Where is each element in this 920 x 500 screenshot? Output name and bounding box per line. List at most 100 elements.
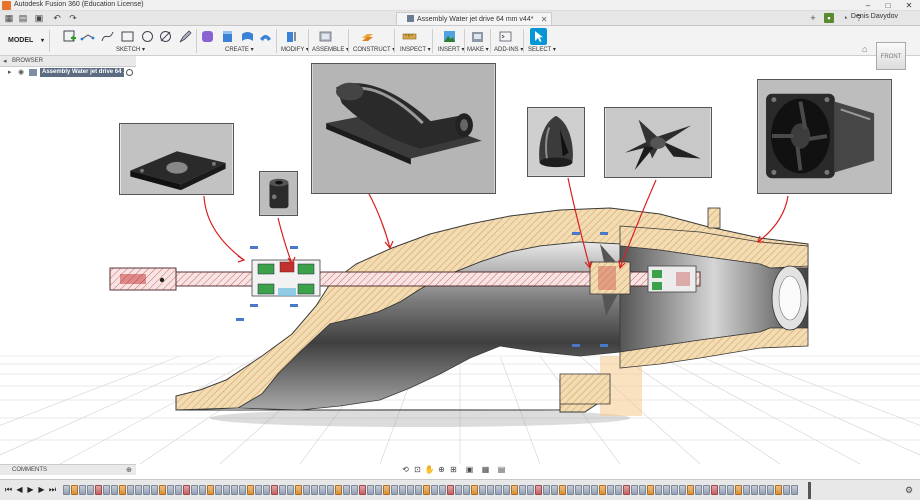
comments-panel[interactable]: COMMENTS ⊕ xyxy=(0,464,136,475)
look-at-icon[interactable]: ⊡ xyxy=(412,464,423,475)
timeline-feature-icon[interactable] xyxy=(287,485,294,495)
timeline-feature-icon[interactable] xyxy=(335,485,342,495)
spline-icon[interactable] xyxy=(100,29,115,44)
timeline-start-icon[interactable]: ⏮ xyxy=(4,485,13,495)
timeline-feature-icon[interactable] xyxy=(711,485,718,495)
timeline-previous-icon[interactable]: ◀ xyxy=(15,485,24,495)
viewports-icon[interactable]: ▤ xyxy=(496,464,507,475)
undo-icon[interactable]: ↶ xyxy=(52,13,62,23)
timeline-feature-icon[interactable] xyxy=(215,485,222,495)
display-settings-icon[interactable]: ▣ xyxy=(464,464,475,475)
timeline-end-icon[interactable]: ⏭ xyxy=(48,485,57,495)
timeline-feature-icon[interactable] xyxy=(791,485,798,495)
timeline-feature-icon[interactable] xyxy=(559,485,566,495)
timeline-feature-icon[interactable] xyxy=(367,485,374,495)
create-sketch-icon[interactable] xyxy=(62,29,77,44)
close-window-button[interactable]: ✕ xyxy=(899,0,919,11)
select-icon[interactable] xyxy=(530,28,547,45)
timeline-feature-icon[interactable] xyxy=(351,485,358,495)
timeline-feature-icon[interactable] xyxy=(743,485,750,495)
timeline-feature-icon[interactable] xyxy=(679,485,686,495)
scripts-addins-icon[interactable] xyxy=(498,29,513,44)
revolve-icon[interactable] xyxy=(240,29,255,44)
save-icon[interactable]: ▣ xyxy=(34,13,44,23)
data-panel-icon[interactable]: ▦ xyxy=(4,13,14,23)
timeline-feature-icon[interactable] xyxy=(663,485,670,495)
timeline-feature-icon[interactable] xyxy=(191,485,198,495)
orbit-icon[interactable]: ⟲ xyxy=(400,464,411,475)
file-menu-icon[interactable]: ▤ xyxy=(18,13,28,23)
timeline-settings-icon[interactable]: ⚙ xyxy=(905,485,913,496)
timeline-feature-icon[interactable] xyxy=(255,485,262,495)
timeline-feature-icon[interactable] xyxy=(471,485,478,495)
timeline-feature-icon[interactable] xyxy=(647,485,654,495)
timeline-feature-icon[interactable] xyxy=(503,485,510,495)
timeline-feature-icon[interactable] xyxy=(631,485,638,495)
timeline-feature-icon[interactable] xyxy=(359,485,366,495)
timeline-feature-icon[interactable] xyxy=(735,485,742,495)
timeline-play-icon[interactable]: ▶ xyxy=(26,485,35,495)
timeline-feature-icon[interactable] xyxy=(759,485,766,495)
timeline-feature-icon[interactable] xyxy=(535,485,542,495)
timeline-feature-icon[interactable] xyxy=(703,485,710,495)
timeline-feature-icon[interactable] xyxy=(719,485,726,495)
timeline-feature-icon[interactable] xyxy=(207,485,214,495)
timeline-feature-icon[interactable] xyxy=(127,485,134,495)
timeline-feature-icon[interactable] xyxy=(447,485,454,495)
timeline-marker[interactable] xyxy=(808,482,811,499)
maximize-button[interactable]: □ xyxy=(878,0,898,11)
user-account[interactable]: Denis Davydov xyxy=(851,13,898,20)
timeline-feature-icon[interactable] xyxy=(639,485,646,495)
offset-plane-icon[interactable] xyxy=(360,29,375,44)
finish-sketch-icon[interactable] xyxy=(178,29,193,44)
timeline-feature-icon[interactable] xyxy=(303,485,310,495)
timeline-feature-icon[interactable] xyxy=(695,485,702,495)
redo-icon[interactable]: ↷ xyxy=(68,13,78,23)
grid-snap-icon[interactable]: ▦ xyxy=(480,464,491,475)
timeline-feature-icon[interactable] xyxy=(415,485,422,495)
timeline-feature-icon[interactable] xyxy=(311,485,318,495)
create-menu[interactable]: CREATE xyxy=(225,46,254,53)
timeline-feature-icon[interactable] xyxy=(655,485,662,495)
timeline-feature-icon[interactable] xyxy=(111,485,118,495)
timeline-feature-icon[interactable] xyxy=(543,485,550,495)
timeline-feature-icon[interactable] xyxy=(527,485,534,495)
new-tab-icon[interactable]: + xyxy=(808,13,818,23)
timeline-feature-icon[interactable] xyxy=(439,485,446,495)
timeline-feature-icon[interactable] xyxy=(583,485,590,495)
make-menu[interactable]: MAKE xyxy=(467,46,489,53)
circle-icon[interactable] xyxy=(140,29,155,44)
new-component-icon[interactable] xyxy=(318,29,333,44)
zoom-icon[interactable]: ⊕ xyxy=(436,464,447,475)
timeline-feature-icon[interactable] xyxy=(775,485,782,495)
rectangle-icon[interactable] xyxy=(120,29,135,44)
timeline-feature-icon[interactable] xyxy=(615,485,622,495)
timeline-feature-icon[interactable] xyxy=(375,485,382,495)
timeline-feature-icon[interactable] xyxy=(767,485,774,495)
3d-print-icon[interactable] xyxy=(470,29,485,44)
timeline-feature-icon[interactable] xyxy=(279,485,286,495)
extensions-icon[interactable]: ▪ xyxy=(824,13,834,23)
pan-icon[interactable]: ✋ xyxy=(424,464,435,475)
close-tab-icon[interactable]: ✕ xyxy=(541,13,548,26)
timeline-feature-icon[interactable] xyxy=(175,485,182,495)
select-menu[interactable]: SELECT xyxy=(528,46,556,53)
extrude-icon[interactable] xyxy=(220,29,235,44)
construct-menu[interactable]: CONSTRUCT xyxy=(353,46,395,53)
timeline-feature-icon[interactable] xyxy=(783,485,790,495)
timeline-feature-icon[interactable] xyxy=(183,485,190,495)
line-icon[interactable] xyxy=(80,29,95,44)
inspect-menu[interactable]: INSPECT xyxy=(400,46,431,53)
sketch-menu[interactable]: SKETCH xyxy=(116,46,145,53)
timeline-feature-icon[interactable] xyxy=(71,485,78,495)
timeline-feature-icon[interactable] xyxy=(327,485,334,495)
modify-menu[interactable]: MODIFY xyxy=(281,46,309,53)
timeline-feature-icon[interactable] xyxy=(159,485,166,495)
zoom-window-icon[interactable]: ⊞ xyxy=(448,464,459,475)
timeline-feature-icon[interactable] xyxy=(551,485,558,495)
insert-menu[interactable]: INSERT xyxy=(438,46,464,53)
timeline-feature-icon[interactable] xyxy=(607,485,614,495)
add-ins-menu[interactable]: ADD-INS xyxy=(494,46,523,53)
timeline-feature-icon[interactable] xyxy=(135,485,142,495)
timeline-feature-icon[interactable] xyxy=(567,485,574,495)
